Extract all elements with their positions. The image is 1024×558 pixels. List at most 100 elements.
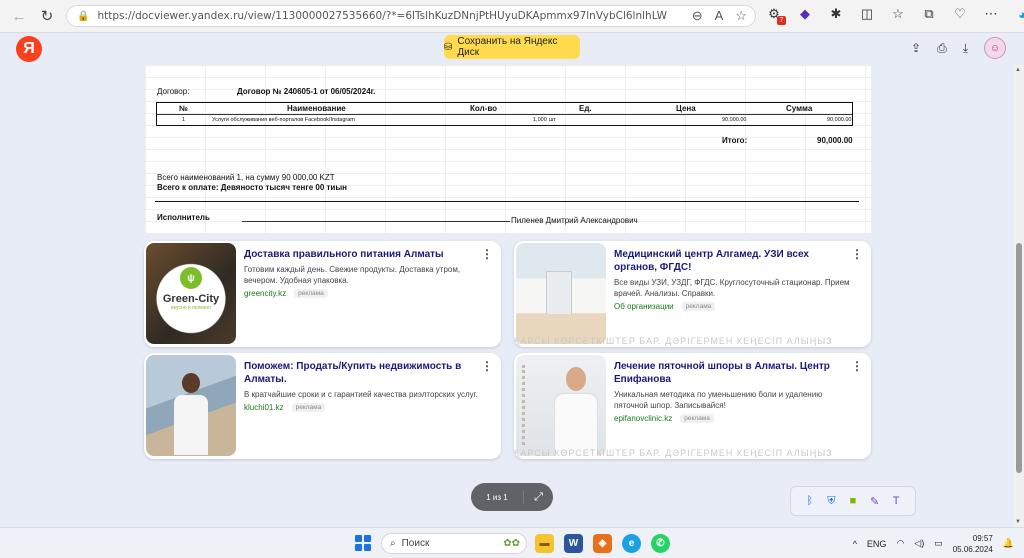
clock-time: 09:57 bbox=[972, 533, 993, 543]
save-button-label: Сохранить на Яндекс Диск bbox=[457, 36, 558, 58]
ad-badge: реклама bbox=[294, 289, 328, 298]
summary-line: Всего наименований 1, на сумму 90 000,00… bbox=[157, 173, 335, 182]
collections-icon[interactable]: ⧉ bbox=[921, 6, 937, 22]
language-indicator[interactable]: ENG bbox=[867, 539, 887, 549]
table-header: Наименование bbox=[287, 104, 346, 113]
lock-icon[interactable]: 🔒 bbox=[77, 11, 89, 22]
payment-total-words: Всего к оплате: Девяносто тысяч тенге 00… bbox=[157, 183, 348, 192]
tray-overflow-popup: ᛒ ⛨ ■ ✎ T bbox=[790, 486, 916, 516]
table-cell: Услуги обслуживания веб-порталов Faceboo… bbox=[212, 117, 355, 123]
app-orange-icon[interactable]: ◈ bbox=[593, 534, 612, 553]
download-icon[interactable]: ⤓ bbox=[963, 41, 968, 56]
ad-title[interactable]: Медицинский центр Алгамед. УЗИ всех орга… bbox=[614, 248, 851, 274]
ad-badge: реклама bbox=[680, 414, 714, 423]
teams-icon[interactable]: T bbox=[889, 495, 903, 507]
battery-icon[interactable]: ▭ bbox=[934, 538, 943, 549]
ad-image[interactable] bbox=[516, 243, 606, 344]
reload-icon[interactable]: ↻ bbox=[34, 3, 60, 29]
nvidia-icon[interactable]: ■ bbox=[846, 495, 860, 507]
more-menu-icon[interactable]: ⋯ bbox=[983, 6, 999, 22]
favorite-star-icon[interactable]: ☆ bbox=[735, 8, 747, 24]
copilot-icon[interactable]: ◕ bbox=[1014, 6, 1024, 22]
bluetooth-icon[interactable]: ᛒ bbox=[803, 495, 817, 507]
whatsapp-icon[interactable]: ✆ bbox=[651, 534, 670, 553]
medical-watermark: ҚАРСЫ КӨРСЕТКІШТЕР БАР. ДӘРІГЕРМЕН КЕҢЕС… bbox=[514, 448, 833, 458]
browser-essentials-icon[interactable]: ♡ bbox=[952, 6, 968, 22]
ad-title[interactable]: Поможем: Продать/Купить недвижимость в А… bbox=[244, 360, 481, 386]
table-cell: шт bbox=[549, 117, 556, 123]
edge-icon[interactable]: e bbox=[622, 534, 641, 553]
extensions-puzzle-icon[interactable]: ✱ bbox=[828, 6, 844, 22]
scroll-up-icon[interactable]: ▲ bbox=[1015, 67, 1021, 73]
clock-date: 05.06.2024 bbox=[952, 544, 993, 554]
total-label: Итого: bbox=[722, 136, 748, 145]
taskbar-search[interactable]: ⌕ Поиск ✿✿ bbox=[381, 533, 527, 554]
kebab-menu-icon[interactable]: ⋮ bbox=[481, 247, 493, 261]
ad-description: Уникальная методика по уменьшению боли и… bbox=[614, 390, 823, 410]
read-aloud-icon[interactable]: A bbox=[715, 8, 724, 24]
disk-icon: ⛁ bbox=[444, 41, 453, 53]
ad-image[interactable]: ψ Green-City вкусно и полезно bbox=[146, 243, 236, 344]
ad-card[interactable]: Поможем: Продать/Купить недвижимость в А… bbox=[144, 353, 501, 459]
kebab-menu-icon[interactable]: ⋮ bbox=[481, 359, 493, 373]
table-header: Сумма bbox=[786, 104, 813, 113]
table-cell: 90,000.00 bbox=[827, 117, 852, 123]
fullscreen-icon[interactable]: ⤢ bbox=[523, 490, 553, 504]
viewer-toolbar: Я ⛁ Сохранить на Яндекс Диск ⇪ ⎙ ⤓ ☺ bbox=[0, 33, 1014, 65]
ad-title[interactable]: Доставка правильного питания Алматы bbox=[244, 248, 481, 261]
search-highlight-icon: ✿✿ bbox=[503, 538, 520, 549]
file-explorer-icon[interactable]: ▬ bbox=[535, 534, 554, 553]
ad-card[interactable]: Медицинский центр Алгамед. УЗИ всех орга… bbox=[514, 241, 871, 347]
kebab-menu-icon[interactable]: ⋮ bbox=[851, 247, 863, 261]
ad-link[interactable]: epifanovclinic.kz bbox=[614, 414, 672, 423]
brand-logo-text: Green-City bbox=[162, 293, 220, 305]
system-clock[interactable]: 09:57 05.06.2024 bbox=[953, 533, 993, 555]
notifications-icon[interactable]: 🔔 bbox=[1003, 538, 1014, 549]
extension-badge-icon[interactable]: ⚙ bbox=[766, 6, 786, 25]
windows-start-icon[interactable] bbox=[355, 535, 371, 551]
back-icon[interactable]: ← bbox=[6, 3, 32, 29]
url-text: https://docviewer.yandex.ru/view/1130000… bbox=[97, 10, 667, 22]
ad-badge: реклама bbox=[681, 302, 716, 311]
table-cell: 1 bbox=[182, 117, 186, 123]
extension-purple-icon[interactable]: ◆ bbox=[797, 6, 813, 22]
scroll-thumb[interactable] bbox=[1016, 243, 1022, 473]
ad-title[interactable]: Лечение пяточной шпоры в Алматы. Центр Е… bbox=[614, 360, 851, 386]
executor-name: Пиленев Дмитрий Александрович bbox=[511, 216, 638, 225]
wifi-icon[interactable]: ◠ bbox=[896, 538, 904, 549]
ad-badge: реклама bbox=[291, 403, 326, 412]
ad-image[interactable] bbox=[146, 355, 236, 456]
contract-label: Договор: bbox=[157, 87, 190, 96]
kebab-menu-icon[interactable]: ⋮ bbox=[851, 359, 863, 373]
ad-link[interactable]: kluchi01.kz bbox=[244, 403, 284, 412]
medical-watermark: ҚАРСЫ КӨРСЕТКІШТЕР БАР. ДӘРІГЕРМЕН КЕҢЕС… bbox=[514, 336, 833, 346]
zoom-icon[interactable]: ⊖ bbox=[692, 8, 703, 24]
tray-chevron-icon[interactable]: ^ bbox=[853, 539, 857, 549]
search-label: Поиск bbox=[401, 538, 430, 549]
user-avatar[interactable]: ☺ bbox=[984, 37, 1006, 59]
pen-icon[interactable]: ✎ bbox=[868, 495, 882, 508]
scroll-down-icon[interactable]: ▼ bbox=[1015, 519, 1021, 525]
table-header: Кол-во bbox=[470, 104, 498, 113]
ad-card[interactable]: Лечение пяточной шпоры в Алматы. Центр Е… bbox=[514, 353, 871, 459]
security-shield-icon[interactable]: ⛨ bbox=[824, 495, 838, 508]
address-bar[interactable]: 🔒 https://docviewer.yandex.ru/view/11300… bbox=[66, 5, 756, 27]
print-icon[interactable]: ⎙ bbox=[937, 41, 947, 56]
search-icon: ⌕ bbox=[390, 538, 396, 549]
share-icon[interactable]: ⇪ bbox=[911, 41, 921, 55]
split-screen-icon[interactable]: ◫ bbox=[859, 6, 875, 22]
volume-icon[interactable]: ◁) bbox=[914, 538, 924, 549]
browser-toolbar: ← ↻ 🔒 https://docviewer.yandex.ru/view/1… bbox=[0, 0, 1024, 33]
ad-description: Готовим каждый день. Свежие продукты. До… bbox=[244, 265, 461, 285]
ad-link[interactable]: Об организации bbox=[614, 302, 674, 311]
page-indicator[interactable]: 1 из 1 bbox=[471, 493, 523, 502]
ad-image[interactable] bbox=[516, 355, 606, 456]
save-to-disk-button[interactable]: ⛁ Сохранить на Яндекс Диск bbox=[444, 35, 580, 59]
ad-card[interactable]: ψ Green-City вкусно и полезно Доставка п… bbox=[144, 241, 501, 347]
page-scrollbar[interactable]: ▲ ▼ bbox=[1014, 65, 1024, 527]
yandex-logo[interactable]: Я bbox=[16, 36, 42, 62]
windows-taskbar: ⌕ Поиск ✿✿ ▬ W ◈ e ✆ ^ ENG ◠ ◁) ▭ 09:57 … bbox=[0, 527, 1024, 558]
word-icon[interactable]: W bbox=[564, 534, 583, 553]
ad-link[interactable]: greencity.kz bbox=[244, 289, 286, 298]
favorites-icon[interactable]: ☆ bbox=[890, 6, 906, 22]
